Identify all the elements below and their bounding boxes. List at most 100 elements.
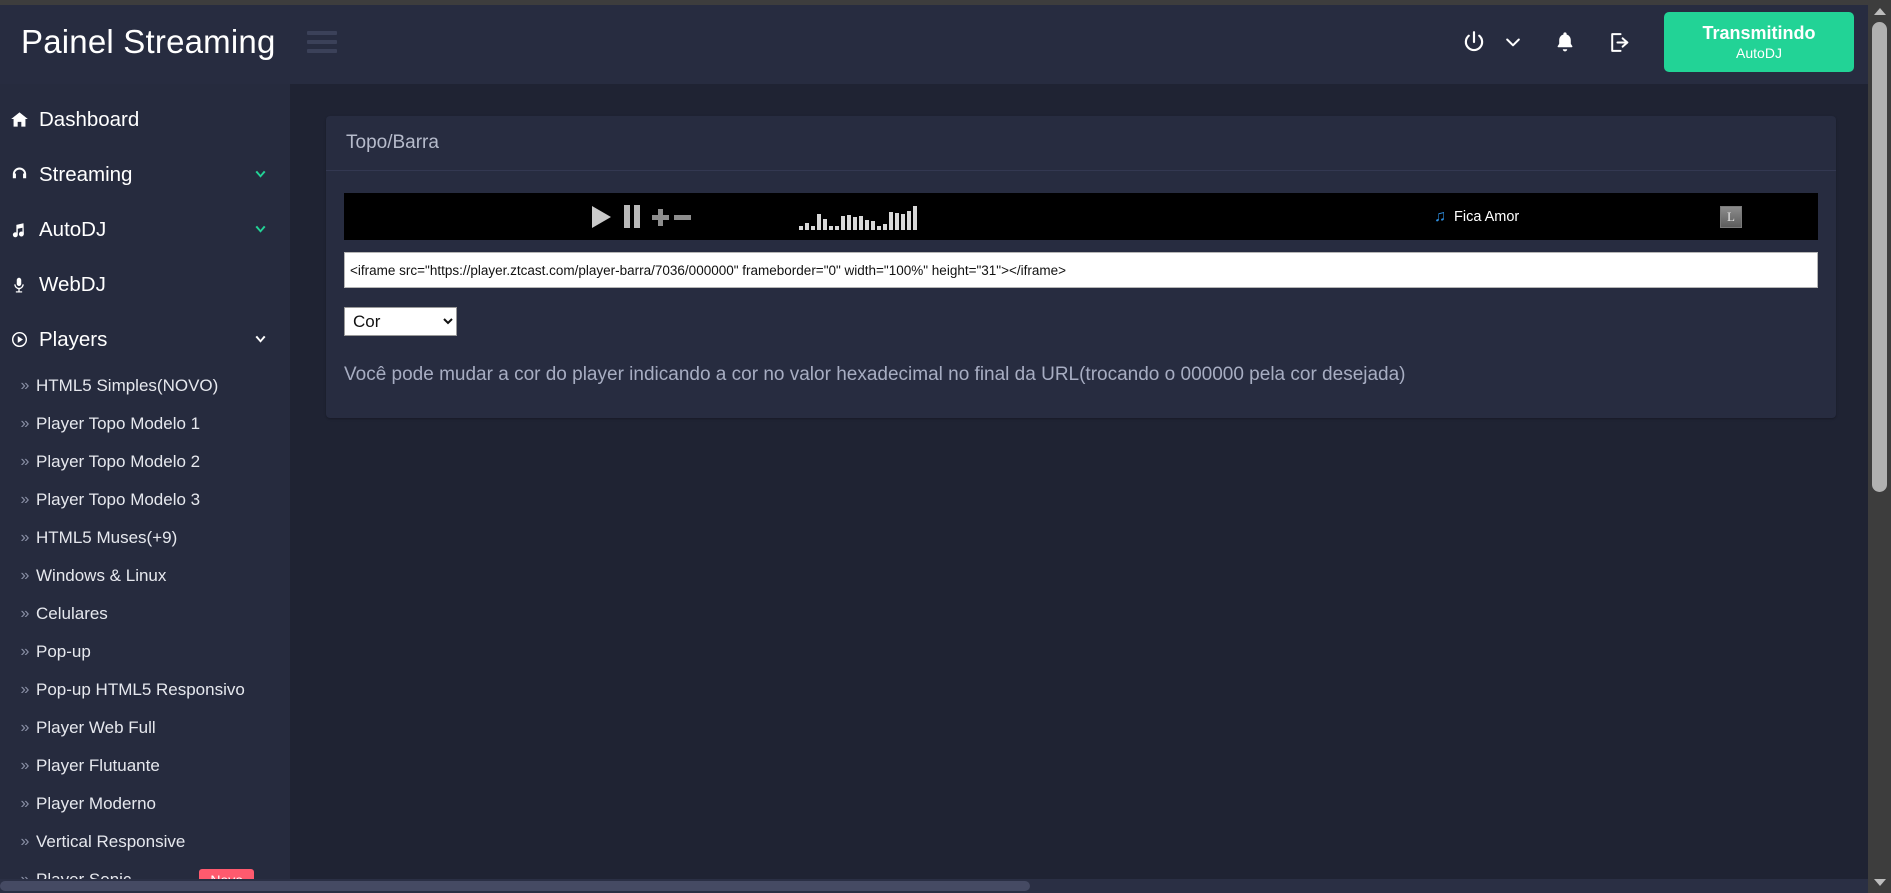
sidebar-subitem[interactable]: » HTML5 Muses(+9) — [0, 519, 290, 557]
sidebar-subitem-label: Celulares — [36, 604, 108, 623]
track-title: Fica Amor — [1454, 208, 1520, 225]
double-chevron-right-icon: » — [20, 377, 30, 394]
double-chevron-right-icon: » — [20, 643, 30, 660]
now-playing: ♫ Fica Amor — [1434, 208, 1519, 226]
sidebar-subitem[interactable]: » HTML5 Simples(NOVO) — [0, 367, 290, 405]
streaming-status-button[interactable]: Transmitindo AutoDJ — [1664, 12, 1854, 72]
double-chevron-right-icon: » — [20, 681, 30, 698]
sidebar-subitem[interactable]: » Player Topo Modelo 2 — [0, 443, 290, 481]
sidebar-subitem[interactable]: » Player Topo Modelo 3 — [0, 481, 290, 519]
hamburger-line — [307, 40, 337, 44]
chevron-down-icon[interactable] — [250, 332, 270, 347]
sidebar-subitem-label: Player Topo Modelo 1 — [36, 414, 201, 433]
sidebar-item-dashboard[interactable]: Dashboard — [0, 92, 290, 147]
player-card: Topo/Barra ♫ Fica Amor L <iframe src="ht… — [326, 116, 1836, 418]
sidebar-subitem[interactable]: » Pop-up HTML5 Responsivo — [0, 671, 290, 709]
sidebar-item-label: WebDJ — [39, 272, 106, 296]
main-content: Topo/Barra ♫ Fica Amor L <iframe src="ht… — [290, 84, 1891, 893]
page-body: Dashboard Streaming AutoDJ WebDJ Players… — [0, 84, 1891, 893]
double-chevron-right-icon: » — [20, 795, 30, 812]
home-icon — [6, 110, 32, 129]
sidebar-item-label: AutoDJ — [39, 217, 107, 241]
horizontal-scrollbar[interactable] — [0, 879, 1891, 893]
sidebar-subitem[interactable]: » Player Moderno — [0, 785, 290, 823]
logout-icon[interactable] — [1596, 20, 1642, 64]
sidebar-subitem[interactable]: » Celulares — [0, 595, 290, 633]
double-chevron-right-icon: » — [20, 833, 30, 850]
sidebar-subitem-label: Player Flutuante — [36, 756, 160, 775]
sidebar-item-streaming[interactable]: Streaming — [0, 147, 290, 202]
power-icon[interactable] — [1452, 20, 1496, 64]
scroll-down-arrow-icon[interactable] — [1868, 871, 1891, 893]
sidebar-subitem[interactable]: » Player Topo Modelo 1 — [0, 405, 290, 443]
horizontal-scrollbar-thumb[interactable] — [0, 881, 1030, 891]
sidebar-subitem-label: Player Web Full — [36, 718, 156, 737]
window-top-edge — [0, 0, 1891, 5]
top-header-bar: Painel Streaming Transmitindo AutoDJ — [0, 0, 1891, 84]
header-actions: Transmitindo AutoDJ — [1452, 12, 1891, 72]
play-icon[interactable] — [592, 205, 611, 228]
equalizer-bars-icon — [799, 204, 917, 230]
embed-code-input[interactable] — [344, 252, 1818, 288]
hamburger-line — [307, 31, 337, 35]
sidebar-subitem[interactable]: » Player Web Full — [0, 709, 290, 747]
plus-icon[interactable] — [650, 207, 670, 227]
double-chevron-right-icon: » — [20, 453, 30, 470]
bell-icon[interactable] — [1542, 20, 1588, 64]
card-title: Topo/Barra — [326, 116, 1836, 171]
sidebar-subitem-label: Pop-up HTML5 Responsivo — [36, 680, 245, 699]
hamburger-line — [307, 49, 337, 53]
sidebar-subitem-label: Player Topo Modelo 3 — [36, 490, 201, 509]
sidebar-submenu-players: » HTML5 Simples(NOVO) » Player Topo Modelo … — [0, 367, 290, 893]
live-status-title: Transmitindo — [1702, 23, 1816, 43]
sidebar-subitem[interactable]: » Windows & Linux — [0, 557, 290, 595]
live-status-subtitle: AutoDJ — [1736, 45, 1782, 61]
sidebar-item-webdj[interactable]: WebDJ — [0, 257, 290, 312]
app-root: Painel Streaming Transmitindo AutoDJ Das… — [0, 0, 1891, 893]
double-chevron-right-icon: » — [20, 567, 30, 584]
app-brand-title: Painel Streaming — [21, 23, 276, 60]
double-chevron-right-icon: » — [20, 719, 30, 736]
sidebar-subitem[interactable]: » Vertical Responsive — [0, 823, 290, 861]
sidebar-item-label: Players — [39, 327, 108, 351]
sidebar-subitem-label: HTML5 Simples(NOVO) — [36, 376, 219, 395]
sidebar-item-players[interactable]: Players — [0, 312, 290, 367]
color-select[interactable]: Cor — [344, 307, 457, 336]
chevron-down-icon[interactable] — [1496, 20, 1530, 64]
player-preview-bar[interactable]: ♫ Fica Amor L — [344, 193, 1818, 240]
sidebar-item-autodj[interactable]: AutoDJ — [0, 202, 290, 257]
sidebar-navigation: Dashboard Streaming AutoDJ WebDJ Players… — [0, 84, 290, 893]
sidebar-subitem-label: Pop-up — [36, 642, 91, 661]
play-circle-icon — [6, 330, 32, 349]
minus-icon[interactable] — [672, 207, 692, 227]
sidebar-subitem[interactable]: » Player Flutuante — [0, 747, 290, 785]
pause-icon[interactable] — [624, 205, 640, 228]
music-note-icon: ♫ — [1434, 207, 1446, 225]
sidebar-subitem-label: Windows & Linux — [36, 566, 167, 585]
sidebar-subitem-label: HTML5 Muses(+9) — [36, 528, 178, 547]
double-chevron-right-icon: » — [20, 605, 30, 622]
card-body: ♫ Fica Amor L Cor Você pode mudar a cor … — [326, 171, 1836, 418]
sidebar-item-label: Streaming — [39, 162, 133, 186]
sidebar-subitem[interactable]: » Pop-up — [0, 633, 290, 671]
vertical-scrollbar-thumb[interactable] — [1872, 22, 1887, 492]
vertical-scrollbar[interactable] — [1868, 0, 1891, 893]
music-note-icon — [6, 221, 32, 239]
double-chevron-right-icon: » — [20, 415, 30, 432]
microphone-icon — [6, 276, 32, 294]
sidebar-item-label: Dashboard — [39, 107, 140, 131]
color-select-wrapper: Cor — [344, 307, 1818, 336]
player-right-icon[interactable]: L — [1720, 205, 1742, 228]
sidebar-subitem-label: Player Moderno — [36, 794, 157, 813]
chevron-down-icon[interactable] — [250, 167, 270, 182]
headphones-icon — [6, 165, 32, 184]
sidebar-subitem-label: Vertical Responsive — [36, 832, 186, 851]
chevron-down-icon[interactable] — [250, 222, 270, 237]
double-chevron-right-icon: » — [20, 757, 30, 774]
color-hint-text: Você pode mudar a cor do player indicand… — [344, 364, 1406, 385]
player-controls — [592, 205, 692, 228]
double-chevron-right-icon: » — [20, 529, 30, 546]
sidebar-toggle-button[interactable] — [307, 31, 337, 53]
double-chevron-right-icon: » — [20, 491, 30, 508]
sidebar-subitem-label: Player Topo Modelo 2 — [36, 452, 201, 471]
